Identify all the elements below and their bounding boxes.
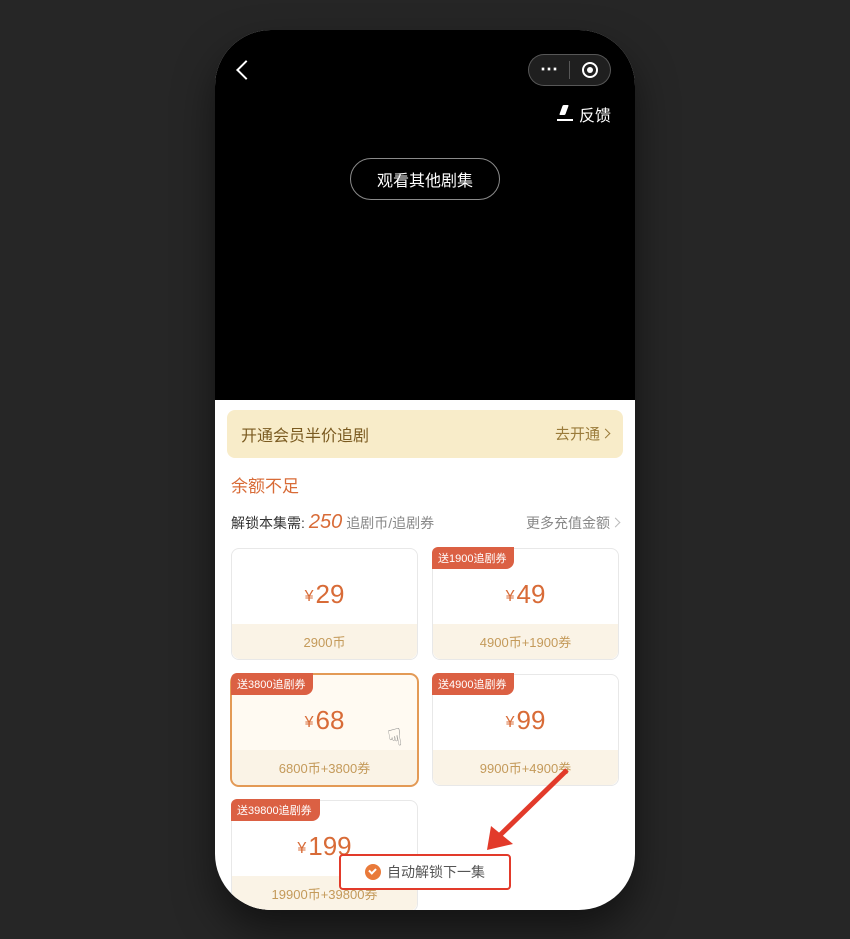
tier-benefit: 2900币 (232, 624, 417, 659)
video-player-area: ⋯ 反馈 观看其他剧集 (215, 30, 635, 400)
watch-other-label: 观看其他剧集 (377, 173, 473, 190)
chevron-right-icon (601, 429, 611, 439)
tier-badge: 送3800追剧券 (231, 673, 313, 695)
unlock-amount: 250 (309, 511, 342, 534)
tier-badge: 送4900追剧券 (432, 673, 514, 695)
auto-unlock-toggle[interactable]: 自动解锁下一集 (339, 854, 511, 890)
watch-other-button[interactable]: 观看其他剧集 (350, 158, 500, 200)
close-icon[interactable] (570, 62, 610, 78)
member-banner[interactable]: 开通会员半价追剧 去开通 (227, 410, 623, 458)
member-banner-text: 开通会员半价追剧 (241, 422, 369, 446)
tier-benefit: 9900币+4900券 (433, 750, 618, 785)
miniprogram-capsule: ⋯ (528, 54, 611, 86)
recharge-tier[interactable]: ¥292900币 (231, 548, 418, 660)
insufficient-balance-label: 余额不足 (231, 472, 619, 497)
edit-icon (557, 107, 573, 121)
tier-benefit: 6800币+3800券 (232, 750, 417, 785)
unlock-prefix: 解锁本集需: (231, 513, 305, 533)
member-banner-action: 去开通 (555, 423, 609, 444)
auto-unlock-label: 自动解锁下一集 (387, 862, 485, 882)
tier-badge: 送1900追剧券 (432, 547, 514, 569)
tier-badge: 送39800追剧券 (231, 799, 320, 821)
unlock-unit: 追剧币/追剧券 (346, 513, 434, 533)
tier-price: ¥99 (433, 697, 618, 750)
tier-price: ¥29 (232, 571, 417, 624)
tier-benefit: 4900币+1900券 (433, 624, 618, 659)
more-topup-link[interactable]: 更多充值金额 (526, 513, 619, 533)
top-bar: ⋯ (215, 54, 635, 86)
check-circle-icon (365, 864, 381, 880)
recharge-section: 余额不足 解锁本集需: 250 追剧币/追剧券 更多充值金额 ¥292900币送… (215, 458, 635, 910)
back-icon[interactable] (236, 60, 256, 80)
feedback-button[interactable]: 反馈 (557, 102, 611, 126)
tier-price: ¥49 (433, 571, 618, 624)
recharge-tier[interactable]: 送1900追剧券¥494900币+1900券 (432, 548, 619, 660)
chevron-right-icon (611, 518, 621, 528)
phone-frame: ⋯ 反馈 观看其他剧集 开通会员半价追剧 去开通 余额不足 解锁本集需: 250… (215, 30, 635, 910)
feedback-label: 反馈 (579, 102, 611, 126)
unlock-cost-row: 解锁本集需: 250 追剧币/追剧券 更多充值金额 (231, 511, 619, 534)
recharge-tier[interactable]: 送3800追剧券¥686800币+3800券☟ (231, 674, 418, 786)
more-icon[interactable]: ⋯ (529, 59, 569, 80)
recharge-tier[interactable]: 送4900追剧券¥999900币+4900券 (432, 674, 619, 786)
